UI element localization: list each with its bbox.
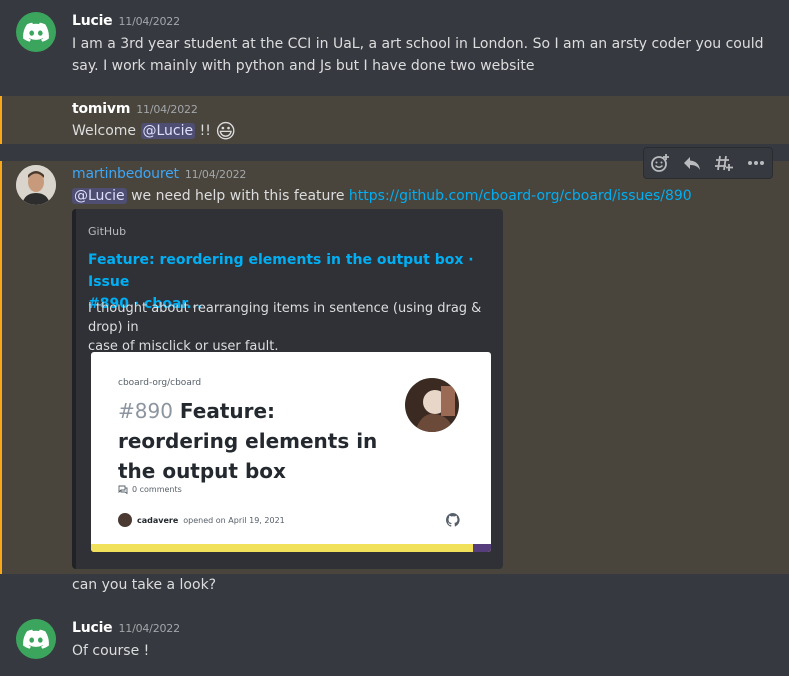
issue-title-line: the output box bbox=[118, 459, 286, 483]
message-1: Lucie 11/04/2022 I am a 3rd year student … bbox=[0, 0, 789, 90]
user-mention[interactable]: @Lucie bbox=[140, 123, 196, 139]
discord-avatar[interactable] bbox=[16, 619, 56, 659]
description-line: I thought about rearranging items in sen… bbox=[88, 301, 482, 335]
discord-logo-icon bbox=[23, 629, 49, 649]
more-button[interactable] bbox=[744, 151, 768, 175]
create-thread-icon bbox=[715, 155, 733, 171]
text: Welcome bbox=[72, 123, 141, 139]
embed-provider: GitHub bbox=[88, 225, 127, 238]
user-avatar[interactable] bbox=[16, 165, 56, 205]
smiley-emoji[interactable]: 😃 bbox=[215, 119, 236, 143]
user-mention[interactable]: @Lucie bbox=[72, 188, 127, 204]
reply-button[interactable] bbox=[680, 151, 704, 175]
comment-icon bbox=[118, 485, 128, 494]
repo-name: cboard-org/cboard bbox=[118, 378, 202, 388]
reply-icon bbox=[684, 157, 700, 170]
opened-date: opened on April 19, 2021 bbox=[183, 515, 285, 525]
embed-description: I thought about rearranging items in sen… bbox=[88, 299, 503, 356]
username[interactable]: Lucie 11/04/2022 bbox=[72, 620, 180, 636]
github-icon bbox=[445, 512, 460, 531]
discord-logo-icon bbox=[23, 22, 49, 42]
message-hover-toolbar bbox=[643, 147, 773, 179]
issue-number: #890 bbox=[118, 399, 173, 423]
followup-text: can you take a look? bbox=[72, 577, 217, 593]
mention-highlight-bar bbox=[0, 161, 2, 574]
language-bar-secondary bbox=[473, 544, 491, 552]
username-text[interactable]: Lucie bbox=[72, 13, 113, 29]
message-4: Lucie 11/04/2022 Of course ! bbox=[0, 605, 789, 676]
issue-title: #890 Feature: reordering elements in the… bbox=[118, 396, 377, 486]
username-text[interactable]: martinbedouret bbox=[72, 166, 179, 182]
issue-title-line: reordering elements in bbox=[118, 429, 378, 453]
message-2-highlighted: tomivm 11/04/2022 Welcome @Lucie !! 😃 bbox=[0, 96, 789, 144]
github-preview-image[interactable]: cboard-org/cboard #890 Feature: reorderi… bbox=[91, 352, 491, 552]
mention-highlight-bar bbox=[0, 96, 2, 144]
issue-author: cadavere opened on April 19, 2021 bbox=[118, 513, 285, 527]
more-icon bbox=[748, 161, 764, 165]
comments-count: 0 comments bbox=[118, 485, 182, 494]
message-line: say. I work mainly with python and Js bu… bbox=[72, 58, 535, 74]
github-logo-icon bbox=[445, 513, 460, 527]
username[interactable]: tomivm 11/04/2022 bbox=[72, 101, 198, 117]
author-avatar bbox=[405, 378, 459, 432]
text: !! bbox=[195, 123, 216, 139]
author-small-avatar bbox=[118, 513, 132, 527]
language-bar bbox=[91, 544, 491, 552]
issue-title-line: Feature: bbox=[172, 399, 276, 423]
message-text: @Lucie we need help with this feature ht… bbox=[72, 185, 692, 207]
username[interactable]: Lucie 11/04/2022 bbox=[72, 13, 180, 29]
text: we need help with this feature bbox=[126, 188, 349, 204]
timestamp: 11/04/2022 bbox=[136, 103, 198, 116]
comments-text: 0 comments bbox=[132, 485, 182, 494]
embed-title-line[interactable]: Feature: reordering elements in the outp… bbox=[88, 249, 503, 293]
author-photo-icon bbox=[405, 378, 459, 432]
username-text[interactable]: Lucie bbox=[72, 620, 113, 636]
username-text[interactable]: tomivm bbox=[72, 101, 130, 117]
add-reaction-button[interactable] bbox=[648, 151, 672, 175]
create-thread-button[interactable] bbox=[712, 151, 736, 175]
timestamp: 11/04/2022 bbox=[184, 168, 247, 181]
author-name: cadavere bbox=[137, 515, 179, 525]
person-photo-icon bbox=[16, 165, 56, 205]
message-text: Welcome @Lucie !! 😃 bbox=[72, 120, 236, 142]
message-line: I am a 3rd year student at the CCI in Ua… bbox=[72, 36, 764, 52]
link-embed: GitHub Feature: reordering elements in t… bbox=[72, 209, 503, 569]
add-reaction-icon bbox=[651, 154, 669, 172]
timestamp: 11/04/2022 bbox=[118, 622, 180, 635]
message-text: Of course ! bbox=[72, 643, 150, 659]
discord-avatar[interactable] bbox=[16, 12, 56, 52]
username[interactable]: martinbedouret 11/04/2022 bbox=[72, 166, 246, 182]
timestamp: 11/04/2022 bbox=[118, 15, 180, 28]
issue-link[interactable]: https://github.com/cboard-org/cboard/iss… bbox=[349, 188, 692, 204]
message-text: I am a 3rd year student at the CCI in Ua… bbox=[72, 33, 764, 77]
